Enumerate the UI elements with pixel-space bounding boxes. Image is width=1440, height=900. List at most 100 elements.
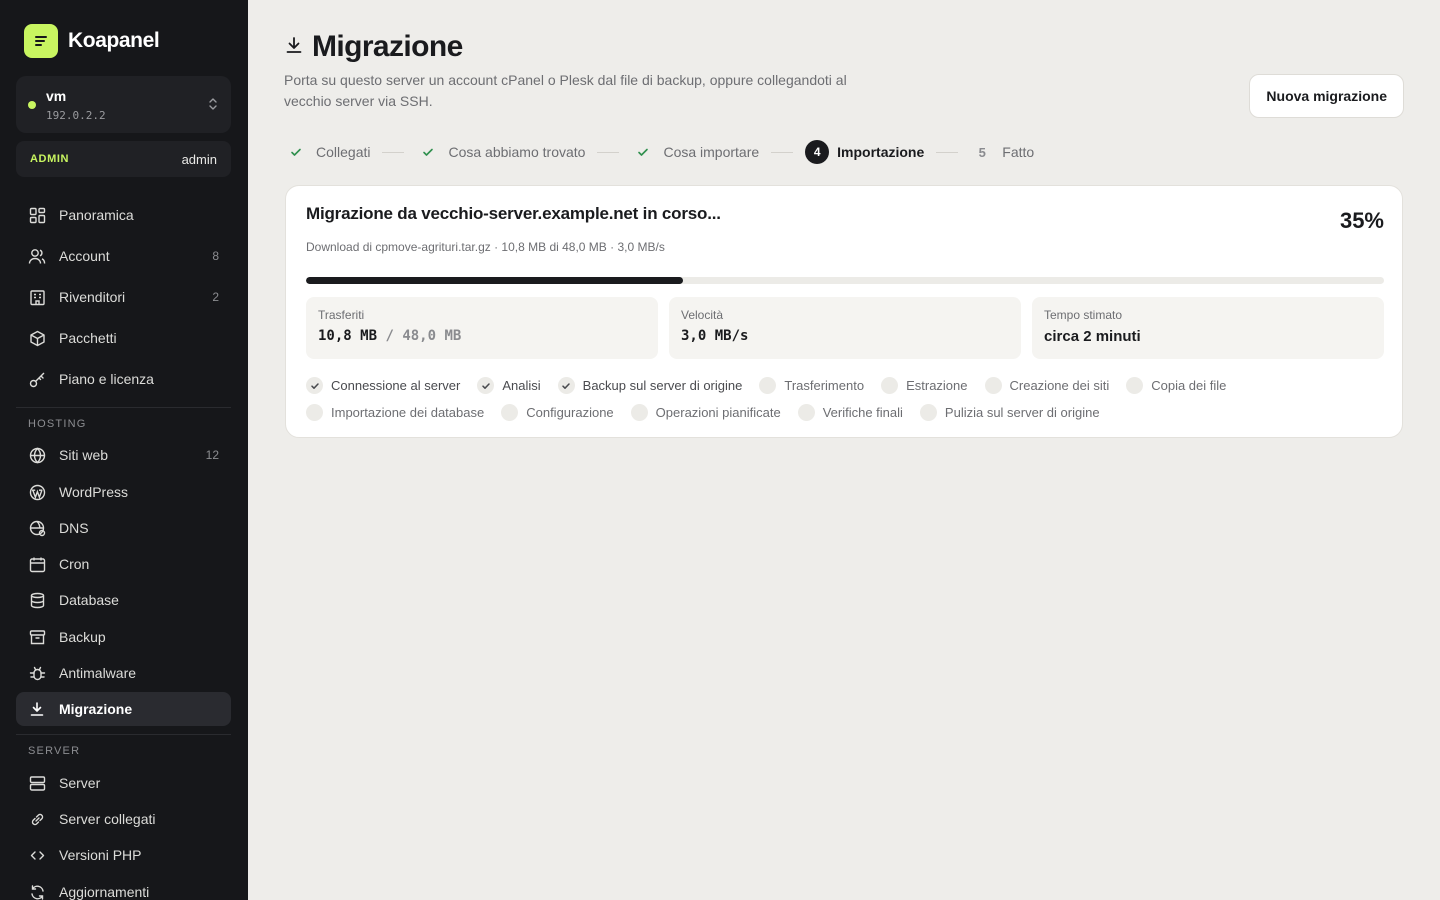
step-label: Importazione [837, 144, 925, 160]
nav-item-label: DNS [59, 520, 89, 536]
task-item: Analisi [477, 377, 541, 394]
nav-item-migrazione[interactable]: Migrazione [16, 692, 231, 726]
task-item: Trasferimento [759, 377, 864, 394]
nav-item-siti-web[interactable]: Siti web 12 [16, 438, 231, 472]
nav-item-database[interactable]: Database [16, 583, 231, 617]
task-item: Copia dei file [1126, 377, 1226, 394]
nav-item-rivenditori[interactable]: Rivenditori 2 [16, 280, 231, 314]
empty-circle-icon [306, 404, 323, 421]
nav-item-label: Database [59, 592, 119, 608]
transferred-done: 10,8 MB [318, 328, 378, 344]
step-label: Cosa abbiamo trovato [448, 144, 586, 160]
key-icon [28, 370, 46, 388]
sidebar-divider [16, 734, 231, 735]
page-description: Porta su questo server un account cPanel… [284, 72, 847, 109]
nav-item-label: Piano e licenza [59, 371, 154, 387]
stat-eta: Tempo stimato circa 2 minuti [1032, 297, 1384, 359]
task-item: Pulizia sul server di origine [919, 404, 1100, 421]
empty-circle-icon [630, 404, 648, 421]
step-label: Fatto [1002, 144, 1035, 160]
empty-circle-icon [919, 404, 937, 421]
wordpress-icon [28, 483, 46, 501]
stat-label: Velocità [681, 308, 724, 322]
task-row: Importazione dei database Configurazione O… [306, 399, 1386, 426]
nav-item-server-collegati[interactable]: Server collegati [16, 802, 231, 836]
task-label: Copia dei file [1151, 378, 1227, 393]
calendar-icon [28, 555, 46, 573]
nav-item-dns[interactable]: DNS [16, 511, 231, 545]
step-label: Collegati [316, 144, 371, 160]
nav-item-label: Panoramica [59, 207, 134, 223]
transferred-total: 48,0 MB [402, 328, 462, 344]
progress-bar [306, 277, 1384, 284]
role-indicator: ADMIN admin [16, 141, 231, 177]
nav-item-server[interactable]: Server [16, 766, 231, 800]
stat-label: Tempo stimato [1044, 308, 1123, 322]
check-circle-icon [306, 377, 323, 394]
task-label: Pulizia sul server di origine [944, 405, 1100, 420]
task-item: Operazioni pianificate [630, 404, 781, 421]
archive-icon [28, 628, 46, 646]
nav-item-aggiornamenti[interactable]: Aggiornamenti [16, 875, 231, 900]
empty-circle-icon [1126, 377, 1144, 394]
bug-icon [28, 664, 46, 682]
section-label-hosting: HOSTING [28, 418, 87, 430]
role-user: admin [181, 151, 217, 167]
step-collegati[interactable]: Collegati [284, 140, 370, 164]
nav-item-label: Siti web [59, 447, 109, 463]
nav-item-count: 8 [212, 249, 219, 263]
sidebar-divider [16, 407, 231, 408]
task-label: Configurazione [526, 405, 614, 420]
nav-item-wordpress[interactable]: WordPress [16, 475, 231, 509]
check-circle-icon [477, 377, 495, 394]
server-switcher[interactable]: vm 192.0.2.2 [16, 76, 231, 133]
stat-transferred: Trasferiti 10,8 MB / 48,0 MB [306, 297, 658, 359]
stepper: Collegati Cosa abbiamo trovato Cosa impo… [284, 140, 1034, 164]
nav-item-label: Account [59, 248, 110, 264]
task-checklist: Connessione al server Analisi Backup sul s… [306, 372, 1386, 426]
nav-item-piano-e-licenza[interactable]: Piano e licenza [16, 362, 231, 396]
step-connector [936, 151, 959, 153]
step-cosa-abbiamo-trovato[interactable]: Cosa abbiamo trovato [416, 140, 585, 164]
empty-circle-icon [501, 404, 519, 421]
nav-item-antimalware[interactable]: Antimalware [16, 656, 231, 690]
nav-item-pacchetti[interactable]: Pacchetti [16, 321, 231, 355]
stat-speed: Velocità 3,0 MB/s [669, 297, 1021, 359]
brand-logo-icon [24, 24, 58, 58]
brand-name: Koapanel [68, 29, 160, 52]
nav-item-label: Aggiornamenti [59, 884, 150, 900]
step-connector [382, 151, 405, 153]
step-connector [771, 151, 794, 153]
step-cosa-importare[interactable]: Cosa importare [631, 140, 759, 164]
task-row: Connessione al server Analisi Backup sul s… [306, 372, 1386, 399]
database-icon [28, 591, 46, 609]
nav-item-account[interactable]: Account 8 [16, 239, 231, 273]
step-fatto: 5 Fatto [970, 140, 1035, 164]
page-title: Migrazione [312, 30, 463, 63]
step-importazione: 4 Importazione [805, 140, 924, 164]
nav-item-count: 2 [212, 290, 219, 304]
role-badge: ADMIN [30, 153, 70, 165]
package-icon [28, 329, 46, 347]
new-migration-button[interactable]: Nuova migrazione [1249, 74, 1404, 118]
step-label: Cosa importare [663, 144, 760, 160]
nav-item-label: Server collegati [59, 811, 156, 827]
check-icon [284, 140, 308, 164]
sidebar: Koapanel vm 192.0.2.2 ADMIN admin Panora… [0, 0, 248, 900]
nav-item-versioni-php[interactable]: Versioni PHP [16, 838, 231, 872]
nav-item-label: Pacchetti [59, 330, 117, 346]
task-label: Estrazione [906, 378, 968, 393]
code-icon [28, 846, 46, 864]
globe-icon [28, 446, 46, 464]
server-status-dot [28, 101, 36, 109]
brand[interactable]: Koapanel [24, 24, 160, 58]
nav-item-panoramica[interactable]: Panoramica [16, 198, 231, 232]
link-icon [28, 810, 46, 828]
check-icon [416, 140, 440, 164]
check-circle-icon [557, 377, 575, 394]
nav-item-cron[interactable]: Cron [16, 547, 231, 581]
stat-value: 3,0 MB/s [681, 328, 749, 344]
nav-item-backup[interactable]: Backup [16, 620, 231, 654]
migration-progress-card: Migrazione da vecchio-server.example.net… [285, 185, 1403, 438]
step-number: 5 [978, 144, 986, 160]
